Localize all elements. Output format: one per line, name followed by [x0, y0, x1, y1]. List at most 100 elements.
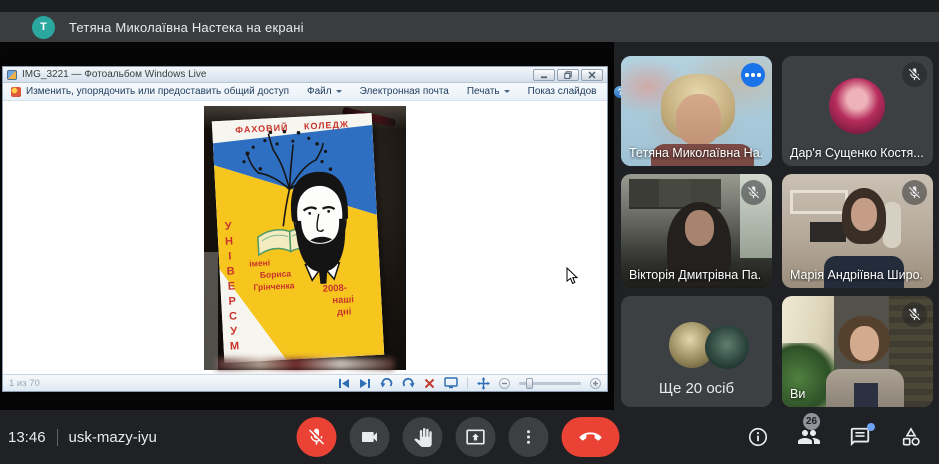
dropdown-caret-icon: [336, 90, 342, 96]
slideshow-button[interactable]: [444, 377, 458, 389]
meeting-code: usk-mazy-iyu: [69, 429, 157, 446]
participant-name: Дар'я Сущенко Костя...: [790, 146, 923, 160]
meet-app: Т Тетяна Миколаївна Настека на екрані IM…: [0, 0, 939, 464]
close-icon: [588, 71, 596, 79]
status-bar: 1 из 70: [3, 374, 607, 391]
participants-button[interactable]: 26: [797, 425, 821, 449]
divider: [57, 429, 58, 446]
slideshow-icon: [444, 377, 458, 389]
window-titlebar[interactable]: IMG_3221 — Фотоальбом Windows Live: [3, 67, 607, 83]
poster-named-after: імені Бориса Грінченка: [249, 255, 295, 293]
gallery-edit-icon: [11, 87, 21, 97]
participant-name: Ви: [790, 387, 805, 401]
mic-off-icon: [902, 62, 927, 87]
zoom-in-icon: [592, 380, 599, 387]
photo-file-icon: [7, 70, 17, 80]
video-tile-darya[interactable]: Дар'я Сущенко Костя...: [782, 56, 933, 166]
mouse-cursor: [566, 267, 579, 285]
poster-years-dni: дні: [337, 306, 355, 319]
participants-grid: Тетяна Миколаївна На... Дар'я Сущенко Ко…: [621, 56, 933, 407]
rotate-right-button[interactable]: [402, 377, 415, 389]
mic-off-icon: [741, 180, 766, 205]
restore-button[interactable]: [557, 69, 579, 81]
zoom-out-button[interactable]: [499, 378, 510, 389]
zoom-slider[interactable]: [519, 382, 581, 385]
participant-name: Тетяна Миколаївна На...: [629, 146, 762, 160]
more-participants-label: Ще 20 осіб: [621, 380, 772, 397]
close-button[interactable]: [581, 69, 603, 81]
participant-name: Марія Андріївна Широ...: [790, 268, 923, 282]
shared-screen: IMG_3221 — Фотоальбом Windows Live: [0, 42, 614, 410]
photo-img-3221: ФАХОВИЙ КОЛЕДЖ УНІВЕРСУМ імені Бориса Гр…: [204, 106, 406, 370]
menu-slideshow-label: Показ слайдов: [528, 86, 597, 97]
activities-button[interactable]: [899, 425, 923, 449]
tile-options-button[interactable]: [741, 63, 765, 87]
minimize-button[interactable]: [533, 69, 555, 81]
more-participants-tile[interactable]: Ще 20 осіб: [621, 296, 772, 407]
menu-email-label: Электронная почта: [360, 86, 449, 97]
present-screen-icon: [466, 427, 486, 447]
participant-video-face: [851, 198, 877, 231]
zoom-out-icon: [501, 380, 508, 387]
video-tile-maria[interactable]: Марія Андріївна Широ...: [782, 174, 933, 288]
info-icon: [747, 426, 769, 448]
leave-call-button[interactable]: [562, 417, 620, 457]
mic-off-icon: [902, 180, 927, 205]
end-call-icon: [580, 426, 602, 448]
poster-line-hrinchenka: Грінченка: [253, 279, 295, 293]
mic-off-icon: [307, 427, 327, 447]
menu-email[interactable]: Электронная почта: [360, 86, 449, 97]
photo-viewer-canvas: ФАХОВИЙ КОЛЕДЖ УНІВЕРСУМ імені Бориса Гр…: [3, 101, 607, 374]
camera-toggle-button[interactable]: [350, 417, 390, 457]
menu-edit-organize-share[interactable]: Изменить, упорядочить или предоставить о…: [11, 86, 289, 97]
previous-photo-button[interactable]: [338, 378, 350, 389]
window-top-edge: [0, 0, 939, 12]
camera-icon: [360, 427, 380, 447]
raise-hand-icon: [413, 428, 432, 447]
chat-button[interactable]: [848, 425, 872, 449]
restore-icon: [564, 71, 572, 79]
more-vertical-icon: [520, 428, 538, 446]
present-screen-button[interactable]: [456, 417, 496, 457]
participant-count-badge: 26: [803, 413, 820, 430]
window-title: IMG_3221 — Фотоальбом Windows Live: [22, 69, 533, 80]
meeting-details-button[interactable]: [746, 425, 770, 449]
video-tile-viktoria[interactable]: Вікторія Дмитрівна Па...: [621, 174, 772, 288]
previous-icon: [338, 378, 350, 389]
presentation-banner-text: Тетяна Миколаївна Настека на екрані: [69, 20, 304, 35]
raise-hand-button[interactable]: [403, 417, 443, 457]
rotate-left-button[interactable]: [380, 377, 393, 389]
mic-off-icon: [902, 302, 927, 327]
presentation-banner: Т Тетяна Миколаївна Настека на екрані: [0, 12, 939, 42]
zoom-slider-thumb[interactable]: [526, 378, 533, 389]
menu-file-label: Файл: [307, 86, 332, 97]
participant-avatar: [705, 325, 749, 369]
photo-bottom-blur: [216, 358, 394, 370]
next-photo-button[interactable]: [359, 378, 371, 389]
presenter-avatar-letter: Т: [40, 21, 47, 33]
menu-edit-label: Изменить, упорядочить или предоставить о…: [26, 86, 289, 97]
more-options-button[interactable]: [509, 417, 549, 457]
menu-file[interactable]: Файл: [307, 86, 342, 97]
menu-print[interactable]: Печать: [467, 86, 510, 97]
minimize-icon: [540, 71, 548, 79]
actual-size-button[interactable]: [477, 377, 490, 390]
participant-video-face: [676, 94, 721, 146]
meet-bottom-bar: 13:46 usk-mazy-iyu: [0, 410, 939, 464]
poster-years: 2008- наші дні: [322, 282, 354, 320]
menu-slideshow[interactable]: Показ слайдов: [528, 86, 597, 97]
microphone-toggle-button[interactable]: [297, 417, 337, 457]
participant-video-face: [850, 326, 879, 361]
participant-video-shirt: [854, 383, 878, 407]
poster-artwork: ФАХОВИЙ КОЛЕДЖ УНІВЕРСУМ імені Бориса Гр…: [212, 113, 384, 363]
dropdown-caret-icon: [504, 90, 510, 96]
rotate-left-icon: [380, 377, 393, 389]
video-tile-self[interactable]: Ви: [782, 296, 933, 407]
toolbar-divider: [467, 377, 468, 389]
chat-notification-dot: [867, 423, 875, 431]
wall-tv: [810, 222, 846, 242]
video-tile-tetiana[interactable]: Тетяна Миколаївна На...: [621, 56, 772, 166]
zoom-in-button[interactable]: [590, 378, 601, 389]
delete-icon: [424, 378, 435, 389]
delete-photo-button[interactable]: [424, 378, 435, 389]
